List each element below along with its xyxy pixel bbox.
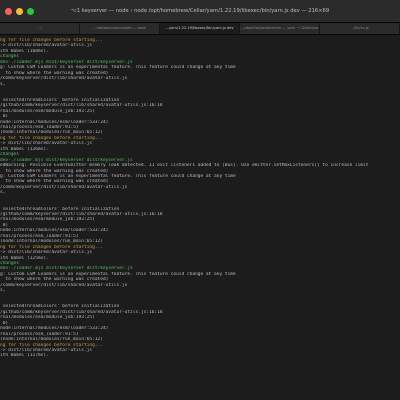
close-button[interactable] (5, 7, 12, 15)
tab-1[interactable]: …/ (0, 23, 80, 34)
tab-2[interactable]: …ubl/web/comm/web — bash (80, 23, 160, 34)
tab-3-active[interactable]: …yarn/1.22.19/libexec/bin/yarn.js dev (160, 23, 240, 34)
terminal-line: ith Babel (117ms). (0, 353, 49, 359)
minimize-button[interactable] (16, 7, 23, 15)
terminal-window: ⌥1 keyserver — node › node /opt/homebrew… (0, 0, 400, 400)
tab-bar: …/ …ubl/web/comm/web — bash …yarn/1.22.1… (0, 23, 400, 35)
window-controls (0, 7, 34, 15)
tab-4[interactable]: …ydo/e2ee/web/comm — yarn ~/.l2/bin/yarn… (240, 23, 320, 34)
window-title: ⌥1 keyserver — node › node /opt/homebrew… (70, 8, 330, 14)
terminal-line: edWarning: Possible EventEmitter memory … (0, 163, 369, 169)
title-bar: ⌥1 keyserver — node › node /opt/homebrew… (0, 0, 400, 23)
terminal-output[interactable]: ng for file changes before starting... ->… (0, 35, 400, 400)
tab-5[interactable]: …/lib/cs.js (320, 23, 400, 34)
zoom-button[interactable] (27, 7, 34, 15)
